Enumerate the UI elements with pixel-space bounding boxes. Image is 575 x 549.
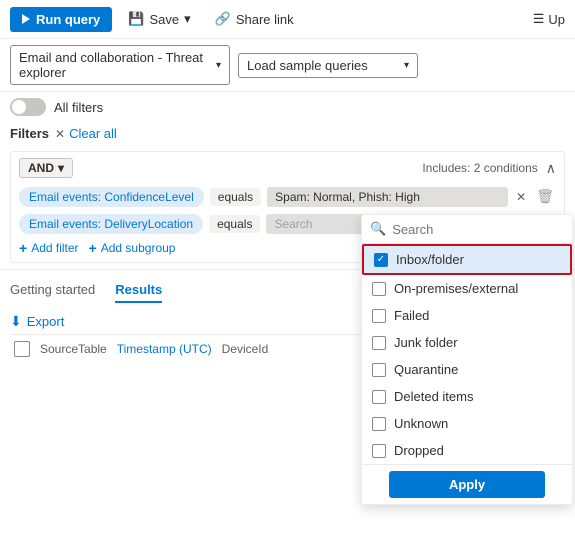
operator-tag-2: equals (209, 215, 260, 233)
dropdown-item-label-onpremises: On-premises/external (394, 281, 518, 296)
checkbox-unknown[interactable] (372, 417, 386, 431)
dropdown-item-label-deleted: Deleted items (394, 389, 473, 404)
add-filter-icon: + (19, 240, 27, 256)
export-label: Export (27, 314, 65, 329)
export-icon: ⬇ (10, 313, 22, 330)
checkbox-deleted[interactable] (372, 390, 386, 404)
tab-getting-started[interactable]: Getting started (10, 278, 95, 303)
dropdown-search-input[interactable] (392, 222, 568, 237)
up-button[interactable]: ☰ Up (533, 11, 565, 27)
x-icon: ✕ (55, 127, 65, 141)
checkbox-junk[interactable] (372, 336, 386, 350)
and-header: AND ▾ Includes: 2 conditions ∧ (19, 158, 556, 178)
add-subgroup-label: Add subgroup (101, 241, 176, 255)
dropdown-item-quarantine[interactable]: Quarantine (362, 356, 572, 383)
remove-filter-1-button[interactable]: ✕ (514, 188, 528, 206)
dropdown-item-failed[interactable]: Failed (362, 302, 572, 329)
save-chevron-icon: ▾ (184, 11, 191, 27)
delete-filter-1-button[interactable]: 🗑 (534, 186, 556, 207)
filter-row-1: Email events: ConfidenceLevel equals Spa… (19, 186, 556, 207)
explorer-chevron-icon: ▾ (216, 60, 221, 71)
share-link-button[interactable]: 🔗 Share link (207, 6, 302, 32)
value-tag-1[interactable]: Spam: Normal, Phish: High (267, 187, 508, 207)
checkbox-dropped[interactable] (372, 444, 386, 458)
delivery-location-dropdown: 🔍 Inbox/folder On-premises/external Fail… (361, 214, 573, 505)
dropdown-item-unknown[interactable]: Unknown (362, 410, 572, 437)
dropdown-item-junk[interactable]: Junk folder (362, 329, 572, 356)
and-badge[interactable]: AND ▾ (19, 158, 73, 178)
run-query-button[interactable]: Run query (10, 7, 112, 32)
sample-queries-dropdown[interactable]: Load sample queries ▾ (238, 53, 418, 78)
dropdown-item-onpremises[interactable]: On-premises/external (362, 275, 572, 302)
dropdown-item-inbox[interactable]: Inbox/folder (362, 244, 572, 275)
dropdown-search-box: 🔍 (362, 215, 572, 244)
add-filter-label: Add filter (31, 241, 78, 255)
tab-results[interactable]: Results (115, 278, 162, 303)
sample-chevron-icon: ▾ (404, 60, 409, 71)
all-filters-label: All filters (54, 100, 103, 115)
add-subgroup-button[interactable]: + Add subgroup (89, 240, 176, 256)
col-header-timestamp[interactable]: Timestamp (UTC) (117, 342, 212, 356)
clear-all-button[interactable]: ✕ Clear all (55, 126, 117, 141)
filters-label-row: Filters ✕ Clear all (0, 122, 575, 145)
dropdown-item-deleted[interactable]: Deleted items (362, 383, 572, 410)
dropdown-search-icon: 🔍 (370, 221, 386, 237)
checkbox-quarantine[interactable] (372, 363, 386, 377)
header-checkbox[interactable] (14, 341, 30, 357)
toolbar: Run query 💾 Save ▾ 🔗 Share link ☰ Up (0, 0, 575, 39)
col-header-device: DeviceId (222, 342, 269, 356)
sample-label: Load sample queries (247, 58, 368, 73)
checkbox-onpremises[interactable] (372, 282, 386, 296)
includes-label: Includes: 2 conditions (422, 161, 537, 175)
dropdowns-row: Email and collaboration - Threat explore… (0, 39, 575, 92)
dropdown-item-label-quarantine: Quarantine (394, 362, 458, 377)
add-subgroup-icon: + (89, 240, 97, 256)
filters-label: Filters (10, 126, 49, 141)
dropdown-item-label-failed: Failed (394, 308, 429, 323)
run-query-label: Run query (36, 12, 100, 27)
col-header-source: SourceTable (40, 342, 107, 356)
explorer-dropdown[interactable]: Email and collaboration - Threat explore… (10, 45, 230, 85)
dropdown-item-dropped[interactable]: Dropped (362, 437, 572, 464)
apply-btn-container: Apply (362, 464, 572, 504)
field-tag-2[interactable]: Email events: DeliveryLocation (19, 214, 203, 234)
dropdown-item-label-inbox: Inbox/folder (396, 252, 464, 267)
all-filters-row: All filters (0, 92, 575, 122)
and-label: AND (28, 161, 54, 175)
explorer-label: Email and collaboration - Threat explore… (19, 50, 208, 80)
toggle-knob (12, 100, 26, 114)
list-icon: ☰ (533, 11, 545, 27)
dropdown-item-label-dropped: Dropped (394, 443, 444, 458)
save-icon: 💾 (128, 11, 144, 27)
clear-all-label: Clear all (69, 126, 117, 141)
all-filters-toggle[interactable] (10, 98, 46, 116)
save-button[interactable]: 💾 Save ▾ (120, 6, 198, 32)
checkbox-failed[interactable] (372, 309, 386, 323)
collapse-icon[interactable]: ∧ (546, 160, 556, 177)
dropdown-item-label-junk: Junk folder (394, 335, 458, 350)
play-icon (22, 14, 30, 24)
share-icon: 🔗 (215, 11, 231, 27)
checkbox-inbox[interactable] (374, 253, 388, 267)
add-filter-button[interactable]: + Add filter (19, 240, 79, 256)
field-tag-1[interactable]: Email events: ConfidenceLevel (19, 187, 204, 207)
and-chevron-icon: ▾ (58, 161, 64, 175)
dropdown-item-label-unknown: Unknown (394, 416, 448, 431)
apply-button[interactable]: Apply (389, 471, 544, 498)
operator-tag-1: equals (210, 188, 261, 206)
